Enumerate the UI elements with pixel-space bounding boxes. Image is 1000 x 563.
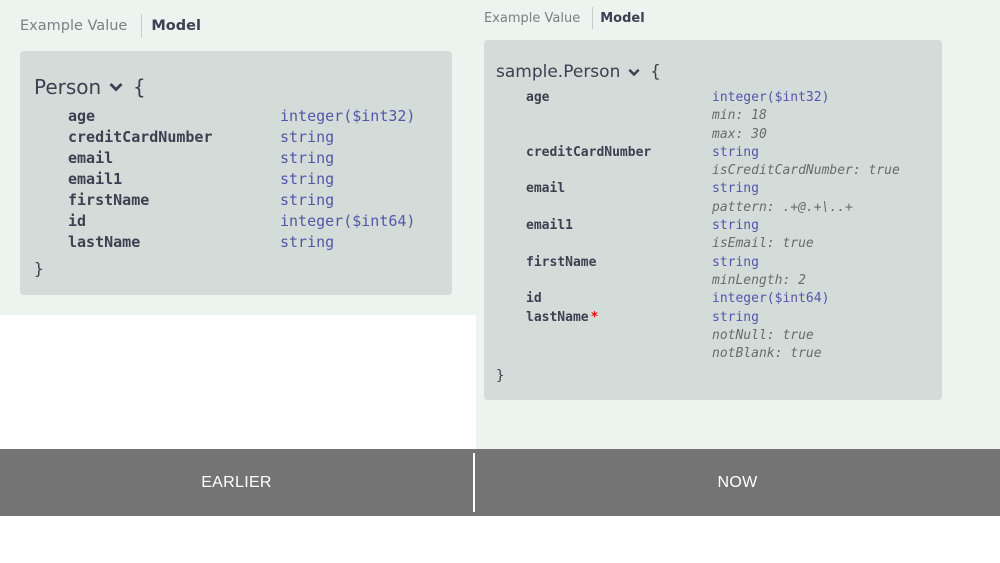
property-name: id	[68, 212, 87, 230]
property-name: age	[526, 90, 550, 105]
now-label: NOW	[717, 473, 758, 491]
property-row: firstName string	[68, 190, 440, 211]
model-title[interactable]: Person {	[34, 75, 145, 99]
open-brace: {	[650, 62, 661, 82]
property-detail: integer($int32) min: 18 max: 30	[712, 89, 937, 144]
property-row: age integer($int32)	[68, 106, 440, 127]
chevron-down-icon[interactable]	[109, 82, 123, 92]
property-row: lastName * string notNull: true notBlank: tr…	[526, 309, 937, 364]
tab-model[interactable]: Model	[600, 11, 644, 26]
property-detail: string isCreditCardNumber: true	[712, 144, 937, 181]
property-name: email	[68, 149, 114, 167]
tab-model[interactable]: Model	[151, 18, 201, 34]
property-list: age integer($int32) min: 18 max: 30 creditCa…	[526, 89, 937, 363]
property-row: age integer($int32) min: 18 max: 30	[526, 89, 937, 144]
property-type: integer($int64)	[280, 212, 416, 230]
earlier-panel: Example Value Model Person { age integer(…	[0, 0, 476, 315]
property-constraint: isCreditCardNumber: true	[712, 163, 900, 179]
property-constraint: isEmail: true	[712, 236, 814, 252]
property-name: id	[526, 291, 542, 307]
property-type: string	[712, 254, 759, 270]
property-name: email1	[526, 218, 573, 234]
property-name: email1	[68, 170, 123, 188]
property-row: creditCardNumber string	[68, 127, 440, 148]
property-name-cell: creditCardNumber	[526, 144, 712, 162]
property-type: integer($int32)	[712, 90, 830, 105]
property-detail: string notNull: true notBlank: true	[712, 309, 937, 364]
tab-divider	[141, 14, 143, 38]
model-name: sample.Person	[496, 62, 621, 82]
comparison-bar: EARLIER NOW	[0, 449, 1000, 516]
property-type: string	[280, 128, 335, 146]
property-name-cell: email1	[526, 217, 712, 235]
property-type: string	[712, 218, 759, 234]
property-name-cell: lastName *	[526, 309, 712, 327]
earlier-label: EARLIER	[201, 473, 272, 491]
property-type: string	[712, 181, 759, 197]
property-name: age	[68, 107, 96, 125]
property-name: creditCardNumber	[68, 128, 213, 146]
property-type: string	[712, 144, 759, 160]
property-row: lastName string	[68, 232, 440, 253]
property-name: firstName	[68, 191, 150, 209]
property-detail: integer($int64)	[712, 290, 937, 308]
property-type: string	[280, 233, 335, 251]
property-name: lastName	[68, 233, 141, 251]
property-detail: string minLength: 2	[712, 254, 937, 291]
close-brace: }	[496, 368, 505, 384]
property-detail: string isEmail: true	[712, 217, 937, 254]
property-row: email1 string	[68, 169, 440, 190]
property-name: email	[526, 181, 566, 197]
property-row: id integer($int64)	[526, 290, 937, 308]
property-type: string	[280, 170, 335, 188]
property-constraint: max: 30	[712, 126, 767, 142]
property-constraint: notNull: true	[712, 327, 814, 343]
property-constraint: min: 18	[712, 108, 767, 124]
property-type: integer($int32)	[280, 107, 416, 125]
property-constraint: minLength: 2	[712, 272, 806, 288]
property-type: integer($int64)	[712, 291, 830, 307]
property-name: lastName	[526, 309, 589, 325]
open-brace: {	[133, 75, 146, 99]
property-constraint: notBlank: true	[712, 346, 822, 362]
property-name-cell: age	[526, 89, 712, 107]
property-row: creditCardNumber string isCreditCardNumber…	[526, 144, 937, 181]
now-panel: Example Value Model sample.Person { age i…	[476, 0, 1000, 449]
property-type: string	[280, 149, 335, 167]
close-brace: }	[34, 259, 44, 278]
tab-example-value[interactable]: Example Value	[20, 18, 127, 34]
model-name: Person	[34, 75, 102, 99]
model-title[interactable]: sample.Person {	[496, 62, 661, 82]
property-name-cell: firstName	[526, 254, 712, 272]
property-type: string	[712, 309, 759, 325]
property-name-cell: id	[526, 290, 712, 308]
property-type: string	[280, 191, 335, 209]
property-row: email string	[68, 148, 440, 169]
property-row: id integer($int64)	[68, 211, 440, 232]
property-list: age integer($int32) creditCardNumber string…	[68, 106, 440, 253]
property-row: email1 string isEmail: true	[526, 217, 937, 254]
model-box: sample.Person { age integer($int32) min: 1…	[484, 40, 942, 400]
required-marker: *	[590, 309, 599, 325]
now-tabs: Example Value Model	[484, 7, 645, 29]
property-name: creditCardNumber	[526, 144, 652, 160]
property-row: email string pattern: .+@.+\..+	[526, 180, 937, 217]
property-detail: string pattern: .+@.+\..+	[712, 180, 937, 217]
earlier-tabs: Example Value Model	[20, 14, 201, 38]
model-box: Person { age integer($int32) creditCardNum…	[20, 51, 452, 295]
property-name: firstName	[526, 254, 597, 270]
property-name-cell: email	[526, 180, 712, 198]
tab-example-value[interactable]: Example Value	[484, 11, 580, 26]
chevron-down-icon[interactable]	[628, 68, 640, 77]
property-row: firstName string minLength: 2	[526, 254, 937, 291]
tab-divider	[592, 7, 594, 29]
property-constraint: pattern: .+@.+\..+	[712, 199, 853, 215]
